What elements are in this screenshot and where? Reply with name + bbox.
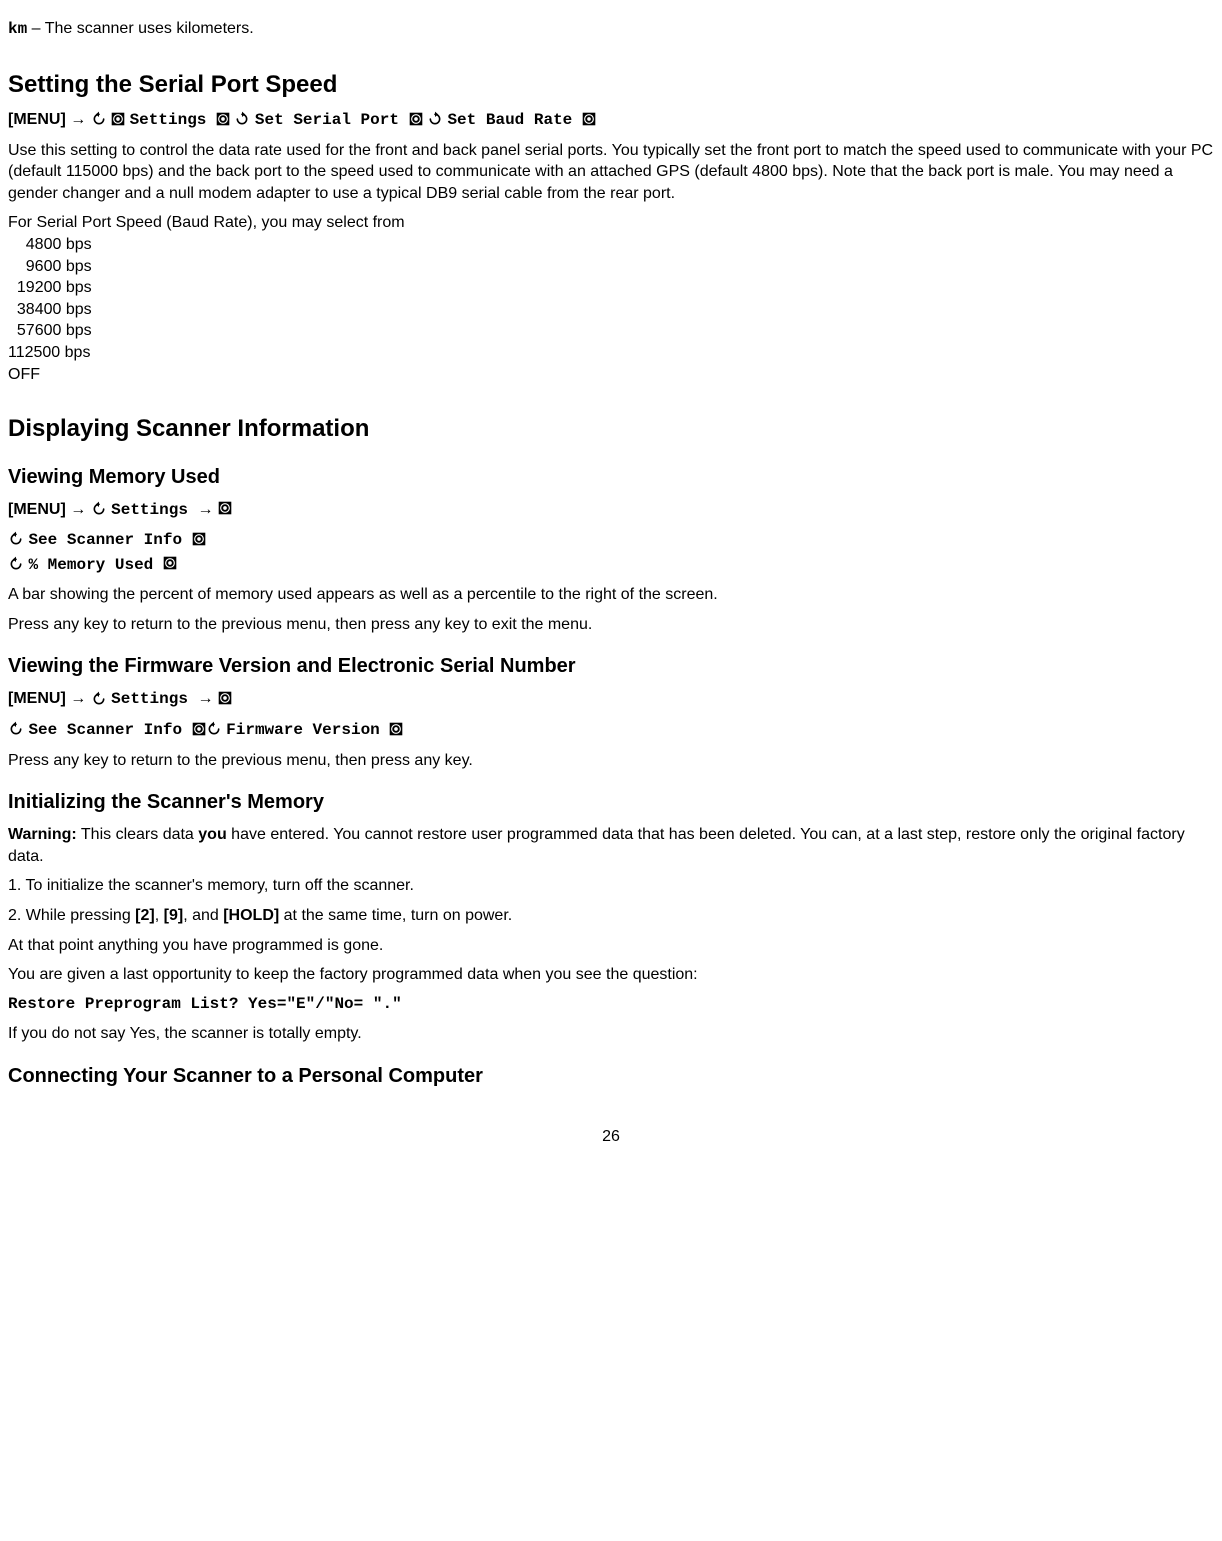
see-scanner-info-label: See Scanner Info bbox=[28, 721, 191, 739]
init-warn-a: This clears data bbox=[77, 826, 199, 843]
heading-connect-pc: Connecting Your Scanner to a Personal Co… bbox=[8, 1063, 1214, 1090]
rotate-left-icon bbox=[8, 531, 24, 548]
target-icon bbox=[192, 532, 206, 548]
init-step-1: 1. To initialize the scanner's memory, t… bbox=[8, 875, 1214, 897]
fw-para: Press any key to return to the previous … bbox=[8, 750, 1214, 772]
baud-option: 57600 bps bbox=[8, 320, 1214, 342]
target-icon bbox=[218, 501, 232, 517]
km-line: km – The scanner uses kilometers. bbox=[8, 18, 1214, 41]
init-warning: Warning: This clears data you have enter… bbox=[8, 824, 1214, 867]
target-icon bbox=[389, 722, 403, 738]
fw-menu-path-1: [MENU] → Settings → bbox=[8, 688, 1214, 711]
rotate-left-icon bbox=[8, 556, 24, 573]
mem-menu-path-2: See Scanner Info bbox=[8, 529, 1214, 552]
arrow: → bbox=[70, 501, 90, 518]
set-baud-rate-label: Set Baud Rate bbox=[447, 111, 581, 129]
init-para-5: If you do not say Yes, the scanner is to… bbox=[8, 1023, 1214, 1045]
key-9: [9] bbox=[164, 907, 184, 924]
baud-list: 4800 bps 9600 bps 19200 bps 38400 bps 57… bbox=[8, 234, 1214, 385]
init-para-3: At that point anything you have programm… bbox=[8, 935, 1214, 957]
rotate-left-icon bbox=[91, 501, 107, 518]
firmware-version-label: Firmware Version bbox=[226, 721, 389, 739]
rotate-left-icon bbox=[206, 721, 222, 738]
km-desc: – The scanner uses kilometers. bbox=[27, 20, 253, 37]
target-icon bbox=[218, 691, 232, 707]
page-number: 26 bbox=[8, 1126, 1214, 1148]
baud-option: OFF bbox=[8, 364, 1214, 386]
km-code: km bbox=[8, 20, 27, 38]
baud-option: 19200 bps bbox=[8, 277, 1214, 299]
memory-used-label: % Memory Used bbox=[28, 556, 162, 574]
key-hold: [HOLD] bbox=[223, 907, 279, 924]
settings-label: Settings bbox=[111, 501, 197, 519]
menu-key: [MENU] bbox=[8, 111, 66, 128]
mem-para-2: Press any key to return to the previous … bbox=[8, 614, 1214, 636]
baud-option: 9600 bps bbox=[8, 256, 1214, 278]
target-icon bbox=[192, 722, 206, 738]
arrow: → bbox=[198, 690, 218, 707]
rotate-right-icon bbox=[427, 111, 443, 128]
rotate-right-icon bbox=[234, 111, 250, 128]
heading-firmware: Viewing the Firmware Version and Electro… bbox=[8, 653, 1214, 680]
baud-intro: For Serial Port Speed (Baud Rate), you m… bbox=[8, 212, 1214, 234]
target-icon bbox=[216, 112, 230, 128]
init-step2-a: 2. While pressing bbox=[8, 907, 135, 924]
warning-label: Warning: bbox=[8, 826, 77, 843]
target-icon bbox=[111, 112, 125, 128]
settings-label: Settings bbox=[111, 690, 197, 708]
serial-description: Use this setting to control the data rat… bbox=[8, 140, 1214, 205]
serial-menu-path: [MENU] → Settings Set Serial Port Set Ba… bbox=[8, 109, 1214, 132]
heading-memory-used: Viewing Memory Used bbox=[8, 464, 1214, 491]
init-step2-c2: , and bbox=[183, 907, 223, 924]
arrow: → bbox=[70, 111, 90, 128]
set-serial-port-label: Set Serial Port bbox=[255, 111, 409, 129]
arrow: → bbox=[70, 690, 90, 707]
init-step2-b: at the same time, turn on power. bbox=[279, 907, 512, 924]
heading-initialize-memory: Initializing the Scanner's Memory bbox=[8, 789, 1214, 816]
arrow: → bbox=[198, 501, 218, 518]
target-icon bbox=[409, 112, 423, 128]
mem-menu-path-3: % Memory Used bbox=[8, 554, 1214, 577]
baud-option: 38400 bps bbox=[8, 299, 1214, 321]
restore-prompt: Restore Preprogram List? Yes="E"/"No= ".… bbox=[8, 994, 1214, 1016]
heading-display-info: Displaying Scanner Information bbox=[8, 413, 1214, 445]
menu-key: [MENU] bbox=[8, 690, 66, 707]
target-icon bbox=[582, 112, 596, 128]
baud-option: 112500 bps bbox=[8, 342, 1214, 364]
key-2: [2] bbox=[135, 907, 155, 924]
menu-key: [MENU] bbox=[8, 501, 66, 518]
init-step2-c1: , bbox=[155, 907, 164, 924]
rotate-left-icon bbox=[8, 721, 24, 738]
mem-menu-path-1: [MENU] → Settings → bbox=[8, 499, 1214, 522]
settings-label: Settings bbox=[130, 111, 216, 129]
fw-menu-path-2: See Scanner Info Firmware Version bbox=[8, 719, 1214, 742]
rotate-left-icon bbox=[91, 691, 107, 708]
rotate-left-icon bbox=[91, 111, 107, 128]
heading-serial-port-speed: Setting the Serial Port Speed bbox=[8, 69, 1214, 101]
see-scanner-info-label: See Scanner Info bbox=[28, 531, 191, 549]
init-para-4: You are given a last opportunity to keep… bbox=[8, 964, 1214, 986]
init-warn-you: you bbox=[198, 826, 226, 843]
baud-option: 4800 bps bbox=[8, 234, 1214, 256]
target-icon bbox=[163, 556, 177, 572]
init-step-2: 2. While pressing [2], [9], and [HOLD] a… bbox=[8, 905, 1214, 927]
mem-para-1: A bar showing the percent of memory used… bbox=[8, 584, 1214, 606]
